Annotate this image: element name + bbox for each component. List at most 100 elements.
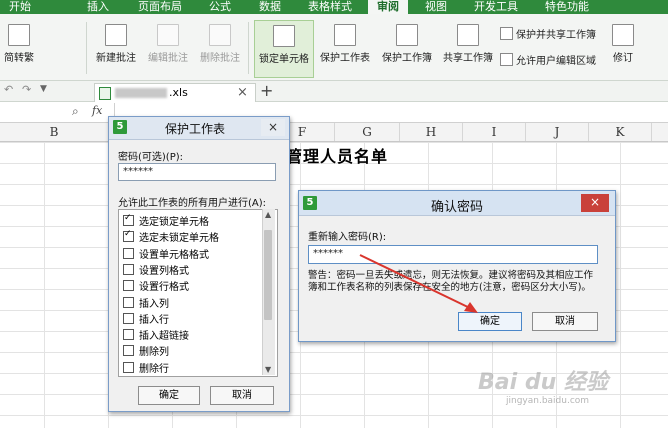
simp-trad-label: 简转繁	[4, 53, 34, 64]
allow-edit-ranges-label: 允许用户编辑区域	[516, 56, 596, 67]
permissions-list: 选定锁定单元格选定未锁定单元格设置单元格格式设置列格式设置行格式插入列插入行插入…	[118, 209, 278, 377]
permission-item[interactable]: 插入列	[123, 295, 169, 310]
permission-item[interactable]: 插入行	[123, 311, 169, 326]
protect-dialog-title: 保护工作表	[165, 122, 226, 136]
permission-checkbox[interactable]	[123, 213, 134, 226]
permission-label: 删除列	[139, 347, 169, 359]
permission-checkbox[interactable]	[123, 296, 134, 308]
wps-logo-icon: 5	[303, 196, 317, 210]
menu-special[interactable]: 特色功能	[536, 0, 598, 14]
fx-icon[interactable]: fx	[92, 104, 102, 117]
protect-sheet-label: 保护工作表	[320, 53, 370, 64]
formula-bar: ⌕ fx	[0, 102, 668, 123]
delete-comment-button[interactable]: 删除批注	[196, 20, 244, 76]
share-workbook-icon	[457, 24, 479, 46]
confirm-dialog-titlebar: 5 确认密码 ×	[299, 191, 615, 216]
column-header-i[interactable]: I	[463, 123, 526, 141]
ribbon-menu-bar: 开始 插入 页面布局 公式 数据 表格样式 审阅 视图 开发工具 特色功能	[0, 0, 668, 14]
undo-icon[interactable]: ↶	[4, 83, 13, 96]
protect-cancel-button[interactable]: 取消	[210, 386, 274, 405]
menu-view[interactable]: 视图	[416, 0, 456, 14]
confirm-password-input[interactable]: ******	[308, 245, 598, 264]
permission-checkbox[interactable]	[123, 361, 134, 373]
zoom-search-icon[interactable]: ⌕	[72, 104, 79, 119]
permission-item[interactable]: 删除行	[123, 360, 169, 375]
menu-home[interactable]: 开始	[0, 0, 40, 14]
allow-edit-ranges-button[interactable]: 允许用户编辑区域	[500, 52, 596, 67]
protect-share-icon	[500, 27, 513, 40]
permission-checkbox[interactable]	[123, 247, 134, 259]
allow-edit-ranges-icon	[500, 53, 513, 66]
permission-label: 选定未锁定单元格	[139, 233, 219, 245]
lock-cell-button[interactable]: 锁定单元格	[254, 20, 314, 78]
confirm-cancel-button[interactable]: 取消	[532, 312, 598, 331]
column-header-b[interactable]: B	[0, 123, 109, 141]
ribbon-separator	[248, 22, 249, 74]
protect-sheet-button[interactable]: 保护工作表	[316, 20, 374, 76]
permission-item[interactable]: 选定未锁定单元格	[123, 229, 219, 244]
permission-checkbox[interactable]	[123, 329, 134, 341]
column-header-h[interactable]: H	[400, 123, 463, 141]
menu-developer[interactable]: 开发工具	[466, 0, 526, 14]
watermark-url: jingyan.baidu.com	[506, 396, 590, 406]
permission-item[interactable]: 选定锁定单元格	[123, 213, 209, 228]
document-tab[interactable]: .xls ×	[94, 83, 256, 103]
sheet-title: 管理人员名单	[286, 147, 389, 166]
share-workbook-button[interactable]: 共享工作簿	[440, 20, 496, 76]
share-workbook-label: 共享工作簿	[443, 53, 493, 64]
dropdown-icon[interactable]: ▼	[40, 84, 47, 94]
menu-table-style[interactable]: 表格样式	[300, 0, 360, 14]
delete-comment-label: 删除批注	[200, 53, 240, 64]
scroll-down-icon[interactable]: ▼	[265, 365, 271, 374]
menu-page-layout[interactable]: 页面布局	[130, 0, 190, 14]
baidu-watermark: Bai du 经验 jingyan.baidu.com	[478, 364, 658, 418]
protect-workbook-icon	[396, 24, 418, 46]
permission-item[interactable]: 设置单元格格式	[123, 246, 209, 261]
redo-icon[interactable]: ↷	[22, 83, 31, 96]
permission-checkbox[interactable]	[123, 229, 134, 243]
column-header-j[interactable]: J	[526, 123, 589, 141]
permission-label: 插入列	[139, 298, 169, 310]
menu-data[interactable]: 数据	[250, 0, 290, 14]
protect-sheet-icon	[334, 24, 356, 46]
permission-item[interactable]: 插入超链接	[123, 327, 189, 342]
add-tab-icon[interactable]: +	[260, 81, 273, 100]
tab-close-icon[interactable]: ×	[237, 85, 248, 100]
confirm-dialog-close-button[interactable]: ×	[581, 194, 609, 212]
permissions-scroll-thumb[interactable]	[264, 230, 272, 320]
protect-share-workbook-button[interactable]: 保护并共享工作簿	[500, 26, 596, 41]
protect-share-label: 保护并共享工作簿	[516, 30, 596, 41]
menu-formulas[interactable]: 公式	[200, 0, 240, 14]
permission-checkbox[interactable]	[123, 345, 134, 357]
protect-dialog-close-button[interactable]: ×	[261, 119, 285, 136]
protect-ok-button[interactable]: 确定	[138, 386, 200, 405]
confirm-ok-button[interactable]: 确定	[458, 312, 522, 331]
new-comment-button[interactable]: 新建批注	[92, 20, 140, 76]
protect-workbook-label: 保护工作簿	[382, 53, 432, 64]
new-comment-icon	[105, 24, 127, 46]
permission-item[interactable]: 设置行格式	[123, 278, 189, 293]
protect-password-input[interactable]: ******	[118, 163, 276, 181]
permission-item[interactable]: 设置列格式	[123, 262, 189, 277]
simp-trad-button[interactable]: 简转繁	[0, 20, 38, 76]
password-label: 密码(可选)(P):	[118, 152, 184, 163]
protect-workbook-button[interactable]: 保护工作簿	[378, 20, 436, 76]
column-header-g[interactable]: G	[335, 123, 400, 141]
permission-label: 插入行	[139, 314, 169, 326]
wps-logo-icon: 5	[113, 120, 127, 134]
permission-checkbox[interactable]	[123, 263, 134, 275]
new-comment-label: 新建批注	[96, 53, 136, 64]
ribbon-separator	[86, 22, 87, 74]
menu-review[interactable]: 审阅	[368, 0, 408, 14]
watermark-brand: Bai du 经验	[478, 370, 608, 395]
column-header-k[interactable]: K	[589, 123, 652, 141]
permission-checkbox[interactable]	[123, 312, 134, 324]
edit-comment-button[interactable]: 编辑批注	[144, 20, 192, 76]
menu-insert[interactable]: 插入	[78, 0, 118, 14]
permission-checkbox[interactable]	[123, 280, 134, 292]
revise-button[interactable]: 修订	[606, 20, 640, 76]
simp-trad-icon	[8, 24, 30, 46]
permission-item[interactable]: 删除列	[123, 343, 169, 358]
lock-cell-icon	[273, 25, 295, 47]
scroll-up-icon[interactable]: ▲	[265, 210, 271, 219]
